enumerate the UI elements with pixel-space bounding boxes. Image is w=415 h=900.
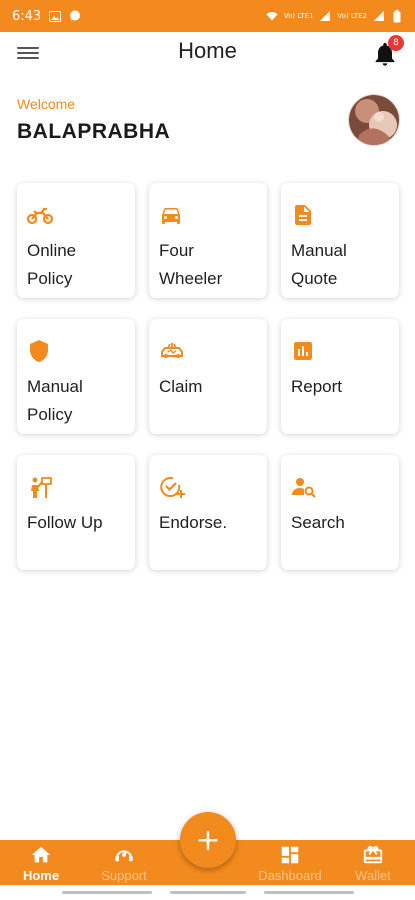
chat-icon [69, 10, 81, 22]
tile-online-policy[interactable]: Online Policy [17, 183, 135, 298]
avatar[interactable] [349, 95, 399, 145]
app-bar: Home [0, 32, 415, 72]
car-icon [159, 203, 183, 227]
follow-up-icon [27, 475, 52, 499]
tile-endorse[interactable]: Endorse. [149, 455, 267, 570]
dashboard-icon [279, 844, 301, 866]
tile-label: Follow Up [27, 513, 103, 532]
network-label-2: Vo) LTE2 [337, 11, 367, 20]
tile-manual-policy[interactable]: Manual Policy [17, 319, 135, 434]
tile-label: Report [291, 377, 343, 396]
signal-icon [319, 10, 331, 22]
motorcycle-icon [26, 203, 54, 227]
network-label-1: Vo) LTE1 [283, 11, 314, 20]
person-search-icon [291, 475, 316, 499]
tile-label: Four Wheeler [159, 241, 223, 288]
status-bar: 6:43 Vo) LTE1 Vo) LTE2 [0, 0, 415, 32]
tile-label: Manual Policy [27, 377, 83, 424]
menu-grid: Online Policy Four Wheeler Manual Quote … [17, 183, 399, 570]
shield-icon [27, 339, 51, 363]
nav-label: Home [22, 868, 60, 883]
wifi-icon [266, 10, 278, 22]
tile-label: Claim [159, 377, 203, 396]
tile-follow-up[interactable]: Follow Up [17, 455, 135, 570]
tile-label: Online Policy [27, 241, 77, 288]
battery-icon [391, 9, 403, 22]
check-add-icon [159, 475, 185, 499]
gallery-icon [49, 10, 62, 22]
nav-label: Support [101, 868, 147, 883]
nav-home[interactable]: Home [1, 844, 81, 883]
welcome-label: Welcome [17, 96, 76, 112]
user-name: BALAPRABHA [17, 120, 171, 143]
gesture-bar [0, 885, 415, 900]
nav-support[interactable]: Support [84, 844, 164, 883]
nav-label: Wallet [355, 868, 391, 883]
bar-chart-icon [291, 339, 315, 363]
page-title: Home [178, 38, 237, 63]
signal-icon-2 [373, 10, 385, 22]
tile-label: Endorse. [159, 513, 228, 532]
nav-dashboard[interactable]: Dashboard [250, 844, 330, 883]
tile-label: Manual Quote [291, 241, 347, 288]
tile-four-wheeler[interactable]: Four Wheeler [149, 183, 267, 298]
tile-claim[interactable]: Claim [149, 319, 267, 434]
notification-badge: 8 [388, 35, 404, 51]
tile-report[interactable]: Report [281, 319, 399, 434]
tile-search[interactable]: Search [281, 455, 399, 570]
nav-label: Dashboard [258, 868, 322, 883]
nav-wallet[interactable]: Wallet [333, 844, 413, 883]
support-icon [113, 844, 135, 866]
add-fab-button[interactable]: + [180, 812, 236, 868]
tile-label: Search [291, 513, 345, 532]
car-crash-icon [159, 339, 183, 363]
tile-manual-quote[interactable]: Manual Quote [281, 183, 399, 298]
home-icon [30, 844, 52, 866]
document-icon [291, 203, 315, 227]
wallet-icon [362, 844, 384, 866]
status-time: 6:43 [12, 8, 42, 24]
